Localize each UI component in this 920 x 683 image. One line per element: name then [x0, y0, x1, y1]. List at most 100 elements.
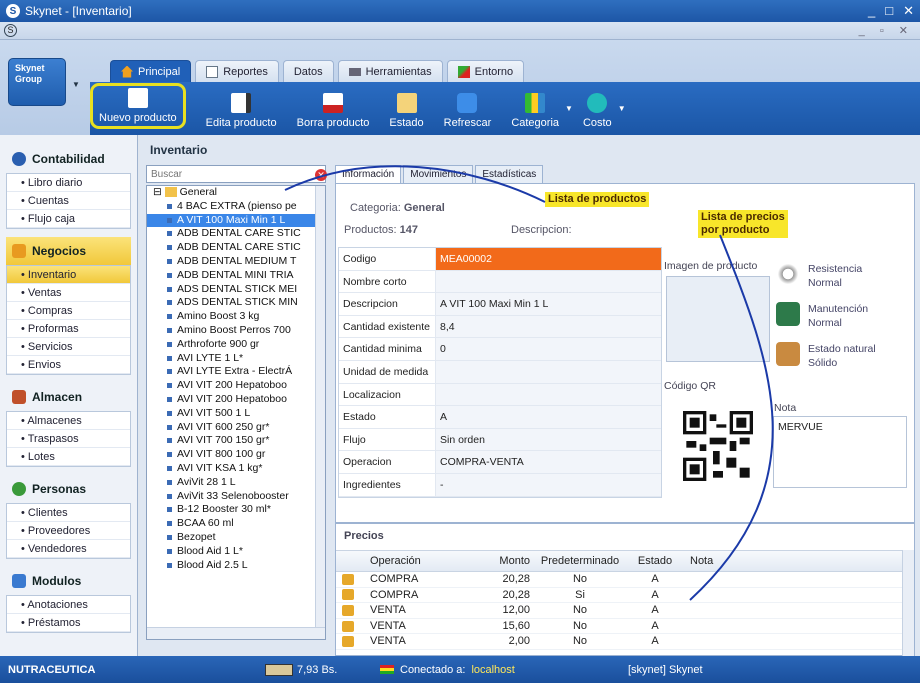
nav-item-clientes[interactable]: • Clientes	[7, 504, 130, 522]
nav-section-personas[interactable]: Personas	[0, 475, 137, 503]
property-value[interactable]: COMPRA-VENTA	[436, 451, 661, 473]
status-button[interactable]: Estado	[389, 93, 424, 129]
tree-item[interactable]: ADB DENTAL CARE STIC	[147, 241, 325, 255]
tab-reportes[interactable]: Reportes	[195, 60, 279, 82]
cost-button[interactable]: Costo	[583, 93, 612, 129]
nav-item-anotaciones[interactable]: • Anotaciones	[7, 596, 130, 614]
mdi-controls[interactable]: _ ▫ ✕	[859, 24, 914, 37]
category-button[interactable]: Categoria	[511, 93, 559, 129]
refresh-button[interactable]: Refrescar	[444, 93, 491, 129]
nav-item-lotes[interactable]: • Lotes	[7, 448, 130, 466]
new-product-button[interactable]: Nuevo producto	[90, 83, 186, 129]
tree-item[interactable]: AVI LYTE 1 L*	[147, 352, 325, 366]
vertical-scrollbar[interactable]	[315, 186, 325, 639]
tree-item[interactable]: Amino Boost 3 kg	[147, 310, 325, 324]
tree-item[interactable]: Amino Boost Perros 700	[147, 324, 325, 338]
tab-herramientas[interactable]: Herramientas	[337, 60, 443, 82]
nav-item-traspasos[interactable]: • Traspasos	[7, 430, 130, 448]
nav-section-contabilidad[interactable]: Contabilidad	[0, 145, 137, 173]
tree-item[interactable]: AVI VIT 200 Hepatoboo	[147, 379, 325, 393]
column-header[interactable]: Estado	[630, 551, 680, 571]
tree-item[interactable]: ADS DENTAL STICK MIN	[147, 296, 325, 310]
tree-item[interactable]: AVI VIT 600 250 gr*	[147, 421, 325, 435]
nav-item-cuentas[interactable]: • Cuentas	[7, 192, 130, 210]
tree-item[interactable]: ADB DENTAL CARE STIC	[147, 227, 325, 241]
tree-item[interactable]: ADB DENTAL MEDIUM T	[147, 255, 325, 269]
tree-item[interactable]: AVI VIT KSA 1 kg*	[147, 462, 325, 476]
property-value[interactable]: 0	[436, 338, 661, 360]
tab-datos[interactable]: Datos	[282, 60, 334, 82]
tree-item[interactable]: BCAA 60 ml	[147, 517, 325, 531]
property-value[interactable]: MEA00002	[436, 248, 661, 270]
nav-item-compras[interactable]: • Compras	[7, 302, 130, 320]
nav-section-negocios[interactable]: Negocios	[6, 237, 131, 265]
nav-item-vendedores[interactable]: • Vendedores	[7, 540, 130, 558]
nav-section-almacen[interactable]: Almacen	[0, 383, 137, 411]
nav-item-prestamos[interactable]: • Préstamos	[7, 614, 130, 632]
nav-item-flujo-caja[interactable]: • Flujo caja	[7, 210, 130, 228]
horizontal-scrollbar[interactable]	[147, 627, 325, 639]
table-row[interactable]: VENTA 15,60 No A	[336, 619, 902, 635]
tree-item[interactable]: Blood Aid 1 L*	[147, 545, 325, 559]
property-value[interactable]	[436, 360, 661, 383]
clear-search-icon[interactable]: ✕	[315, 169, 327, 181]
column-header[interactable]: Predeterminado	[530, 551, 630, 571]
tab-entorno[interactable]: Entorno	[446, 60, 525, 82]
tree-item[interactable]: Blood Aid 2.5 L	[147, 559, 325, 573]
tab-principal[interactable]: Principal	[110, 60, 192, 82]
table-row[interactable]: COMPRA 20,28 No A	[336, 572, 902, 588]
maximize-icon[interactable]: □	[885, 3, 893, 19]
nav-item-inventario[interactable]: • Inventario	[7, 266, 130, 284]
property-value[interactable]: A VIT 100 Maxi Min 1 L	[436, 293, 661, 315]
nav-item-libro-diario[interactable]: • Libro diario	[7, 174, 130, 192]
tree-item[interactable]: 4 BAC EXTRA (pienso pe	[147, 200, 325, 214]
property-value[interactable]	[436, 383, 661, 406]
tree-item[interactable]: AVI VIT 200 Hepatoboo	[147, 393, 325, 407]
tree-item[interactable]: AVI VIT 800 100 gr	[147, 448, 325, 462]
column-header[interactable]: Operación	[360, 551, 470, 571]
nav-item-proveedores[interactable]: • Proveedores	[7, 522, 130, 540]
property-value[interactable]: A	[436, 406, 661, 428]
property-value[interactable]: -	[436, 473, 661, 496]
tree-item[interactable]: ADS DENTAL STICK MEI	[147, 283, 325, 297]
tree-item[interactable]: AVI VIT 700 150 gr*	[147, 434, 325, 448]
table-row[interactable]: VENTA 12,00 No A	[336, 603, 902, 619]
tree-item[interactable]: Arthroforte 900 gr	[147, 338, 325, 352]
skynet-icon[interactable]: S	[4, 24, 17, 37]
tree-item[interactable]: AviVit 33 Selenobooster	[147, 490, 325, 504]
note-field[interactable]: MERVUE	[773, 416, 907, 488]
property-value[interactable]	[436, 270, 661, 293]
minimize-icon[interactable]: _	[868, 3, 875, 19]
property-value[interactable]: Sin orden	[436, 428, 661, 451]
app-menu-button[interactable]: Skynet Group	[8, 58, 66, 106]
nav-item-almacenes[interactable]: • Almacenes	[7, 412, 130, 430]
tab-estadisticas[interactable]: Estadísticas	[475, 165, 544, 183]
tree-item[interactable]: AviVit 28 1 L	[147, 476, 325, 490]
column-header[interactable]: Monto	[470, 551, 530, 571]
chevron-down-icon[interactable]: ▼	[618, 104, 626, 113]
nav-item-ventas[interactable]: • Ventas	[7, 284, 130, 302]
nav-section-modulos[interactable]: Modulos	[0, 567, 137, 595]
tab-movimientos[interactable]: Movimientos	[403, 165, 474, 183]
delete-product-button[interactable]: Borra producto	[297, 93, 369, 129]
product-image[interactable]	[666, 276, 770, 362]
tree-item[interactable]: A VIT 100 Maxi Min 1 L	[147, 213, 325, 228]
tree-item[interactable]: Bezopet	[147, 531, 325, 545]
table-row[interactable]: COMPRA 20,28 Si A	[336, 588, 902, 604]
tree-item[interactable]: AVI LYTE Extra - ElectrÁ	[147, 365, 325, 379]
edit-product-button[interactable]: Edita producto	[206, 93, 277, 129]
nav-item-servicios[interactable]: • Servicios	[7, 338, 130, 356]
chevron-down-icon[interactable]: ▼	[72, 80, 80, 89]
nav-item-proformas[interactable]: • Proformas	[7, 320, 130, 338]
chevron-down-icon[interactable]: ▼	[565, 104, 573, 113]
vertical-scrollbar[interactable]	[902, 550, 914, 656]
table-row[interactable]: VENTA 2,00 No A	[336, 634, 902, 650]
tree-item[interactable]: B-12 Booster 30 ml*	[147, 503, 325, 517]
column-header[interactable]: Nota	[680, 551, 902, 571]
tree-root[interactable]: ⊟ General	[147, 186, 325, 200]
tree-item[interactable]: ADB DENTAL MINI TRIA	[147, 269, 325, 283]
search-input[interactable]	[146, 165, 326, 183]
nav-item-envios[interactable]: • Envios	[7, 356, 130, 374]
property-value[interactable]: 8,4	[436, 315, 661, 338]
tree-item[interactable]: AVI VIT 500 1 L	[147, 407, 325, 421]
